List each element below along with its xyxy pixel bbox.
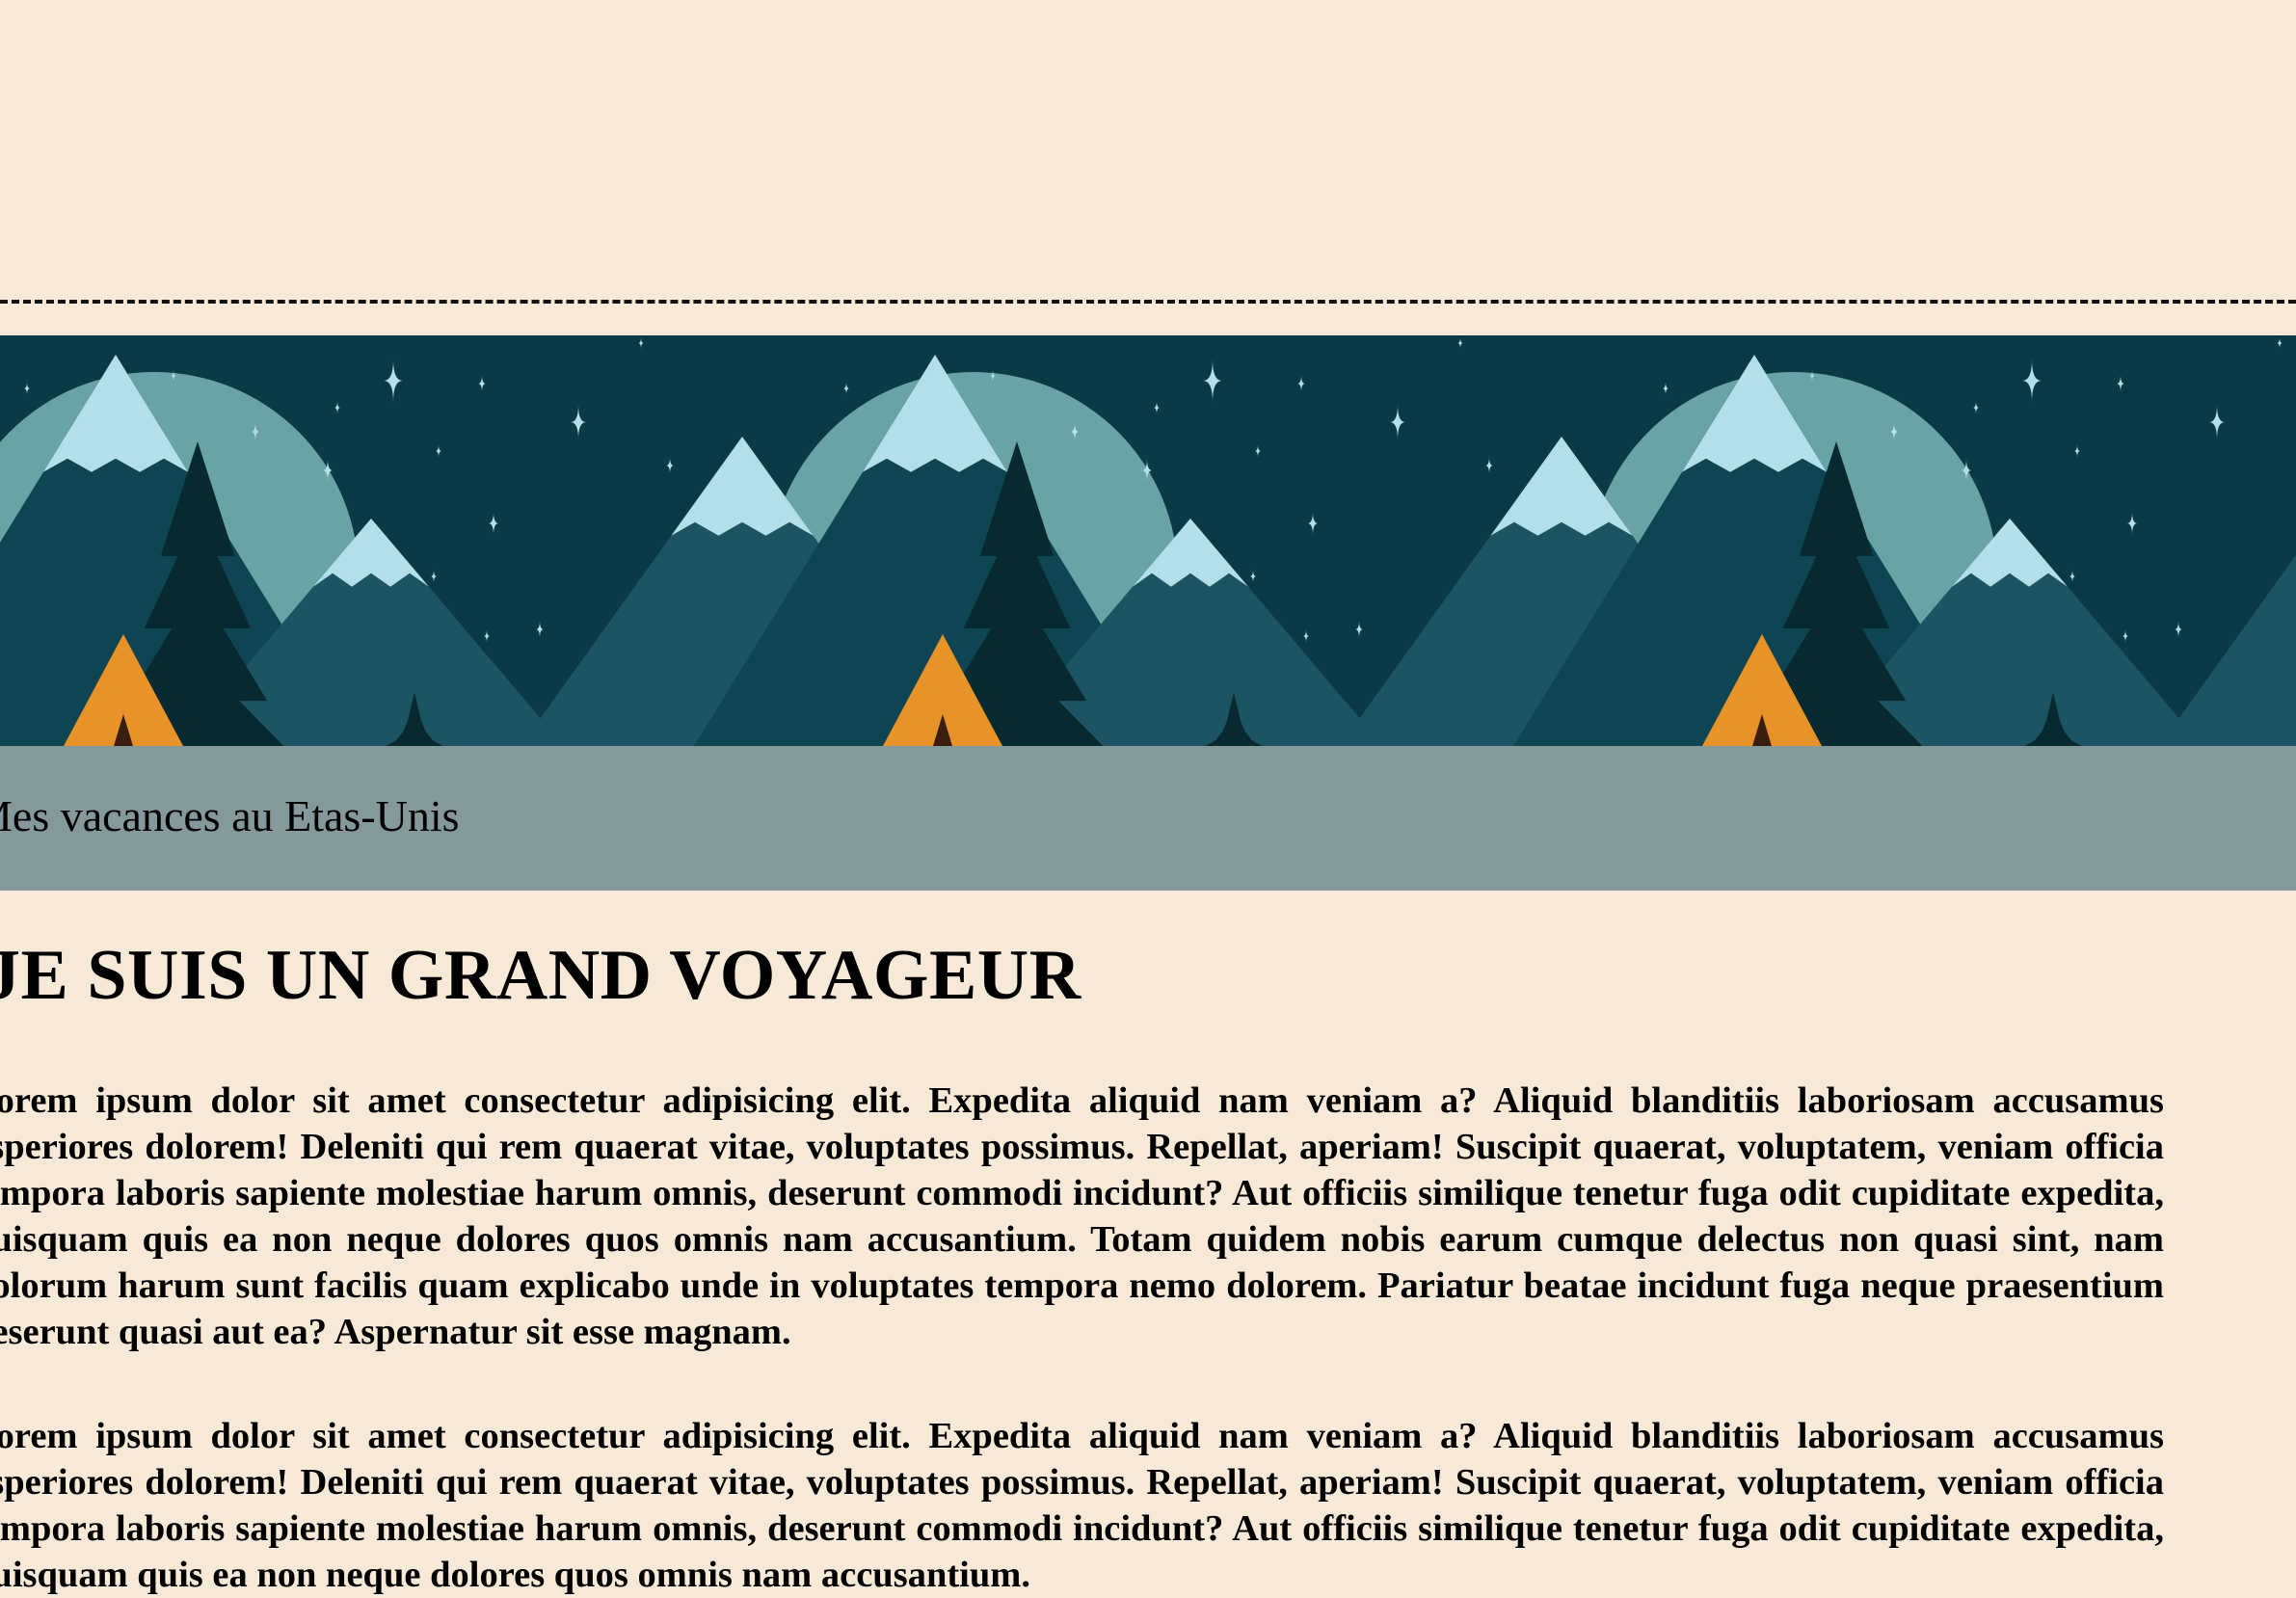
body-paragraph: Lorem ipsum dolor sit amet consectetur a… [0,1416,2164,1595]
header-caption-bar: Mes vacances au Etas-Unis [0,746,2296,891]
dashed-divider [0,300,2296,304]
mountain-banner-illustration [0,335,2296,746]
page-title: JE SUIS UN GRAND VOYAGEUR [0,936,1081,1015]
top-empty-area [0,0,2296,301]
header-caption: Mes vacances au Etas-Unis [0,791,460,840]
body-paragraph: Lorem ipsum dolor sit amet consectetur a… [0,1080,2164,1352]
